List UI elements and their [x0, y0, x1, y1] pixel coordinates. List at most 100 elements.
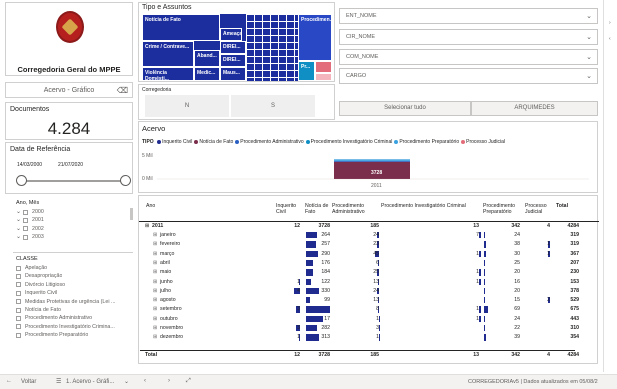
expand-plus-icon[interactable]: ⊞ [153, 278, 157, 286]
legend-item[interactable]: Procedimento Preparatório [392, 139, 459, 145]
checkbox[interactable] [16, 274, 21, 280]
expand-chevron-icon[interactable]: ⌄ [16, 225, 21, 233]
checkbox[interactable] [16, 265, 21, 271]
table-row[interactable]: ⊞ outubro 17 1 1 24 443 [140, 315, 579, 323]
date-slider-handle-start[interactable] [16, 175, 27, 186]
checkbox[interactable] [23, 226, 29, 232]
ano-mes-scrollbar[interactable] [130, 208, 133, 220]
col-header-pa[interactable]: Procedimento Administrativo [332, 203, 378, 215]
cir-nome-dropdown[interactable]: CIR_NOME ⌄ [339, 29, 598, 45]
checkbox[interactable] [16, 332, 21, 338]
checkbox[interactable] [16, 290, 21, 296]
com-nome-dropdown[interactable]: COM_NOME ⌄ [339, 49, 598, 65]
classe-item[interactable]: Notícia de Fato [16, 306, 115, 314]
ano-mes-item[interactable]: ⌄ 2003 [16, 233, 44, 241]
classe-item[interactable]: Divórcio Litigioso [16, 281, 115, 289]
table-row[interactable]: ⊞ junho 1 122 13 1 16 153 [140, 278, 579, 286]
treemap-tile[interactable]: DIREI... [220, 54, 246, 67]
expand-plus-icon[interactable]: ⊞ [153, 259, 157, 267]
checkbox[interactable] [16, 324, 21, 330]
expand-plus-icon[interactable]: ⊞ [153, 240, 157, 248]
table-row[interactable]: ⊞ maio 184 25 1 20 230 [140, 268, 579, 276]
treemap-tile-pink[interactable] [315, 73, 332, 81]
checkbox[interactable] [16, 307, 21, 313]
classe-item[interactable]: Desapropriação [16, 272, 115, 280]
date-start-input[interactable]: 14/03/2000 [17, 162, 42, 168]
expand-plus-icon[interactable]: ⊞ [153, 324, 157, 332]
table-row[interactable]: ⊞ novembro 3 282 3 22 310 [140, 324, 579, 332]
expand-plus-icon[interactable]: ⊞ [153, 333, 157, 341]
expand-plus-icon[interactable]: ⊞ [153, 315, 157, 323]
chevron-down-icon[interactable]: ⌄ [124, 378, 129, 385]
table-row[interactable]: ⊞ setembro 3 8 1 69 675 [140, 305, 579, 313]
expand-chevron-icon[interactable]: ⌄ [16, 208, 21, 216]
col-header-nf[interactable]: Notícia de Fato [305, 203, 329, 215]
prev-page-icon[interactable]: ‹ [144, 378, 146, 384]
treemap-tile[interactable]: Aband... [194, 50, 220, 67]
table-row[interactable]: ⊞ abril 176 6 25 207 [140, 259, 579, 267]
treemap-tile[interactable]: Medic... [194, 67, 220, 81]
expand-plus-icon[interactable]: ⊞ [153, 250, 157, 258]
classe-item[interactable]: Procedimento Preparatório [16, 331, 115, 339]
checkbox[interactable] [23, 218, 29, 224]
ent-nome-dropdown[interactable]: ENT_NOME ⌄ [339, 8, 598, 24]
acervo-bar-segment[interactable] [334, 159, 410, 161]
date-end-input[interactable]: 21/07/2020 [58, 162, 83, 168]
checkbox[interactable] [16, 299, 21, 305]
expand-chevron-icon[interactable]: ⌄ [16, 233, 21, 241]
expand-icon[interactable]: ⤢ [186, 378, 191, 385]
treemap-tile[interactable]: DIREI... [220, 41, 246, 54]
corregedoria-option-n[interactable]: N [145, 95, 229, 117]
classe-item[interactable]: Procedimento Investigatório Crimina... [16, 323, 115, 331]
table-row-total[interactable]: Total 12 3728 185 13 342 4 4284 [140, 350, 579, 358]
treemap-tile[interactable]: Violência Domésti... [142, 67, 194, 81]
expand-plus-icon[interactable]: ⊞ [153, 287, 157, 295]
checkbox[interactable] [23, 234, 29, 240]
col-header-ano[interactable]: Ano [146, 203, 155, 209]
table-row[interactable]: ⊞ fevereiro 257 23 38 1 319 [140, 240, 579, 248]
col-header-total[interactable]: Total [556, 203, 568, 209]
checkbox[interactable] [16, 282, 21, 288]
acervo-bar-segment[interactable] [334, 160, 410, 162]
classe-item[interactable]: Inquerito Civil [16, 289, 115, 297]
checkbox[interactable] [16, 316, 21, 322]
date-slider-handle-end[interactable] [120, 175, 131, 186]
cargo-dropdown[interactable]: CARGO ⌄ [339, 68, 598, 84]
classe-item[interactable]: Medidas Protetivas de urgência (Lei ... [16, 298, 115, 306]
table-row[interactable]: ⊞ janeiro 264 24 7 24 319 [140, 231, 579, 239]
col-header-pp[interactable]: Procedimento Preparatório [483, 203, 519, 215]
treemap-tile-red[interactable] [315, 61, 332, 73]
col-header-ic[interactable]: Inquerito Civil [276, 203, 298, 215]
view-toggle[interactable]: Acervo - Gráfico ⌫ [5, 82, 133, 98]
arquimedes-button[interactable]: ARQUIMEDES [471, 101, 598, 116]
checkbox[interactable] [23, 209, 29, 215]
expand-plus-icon[interactable]: ⊞ [153, 305, 157, 313]
table-row[interactable]: ⊞ março 290 45 1 30 1 367 [140, 250, 579, 258]
treemap-tile[interactable]: Ameaça [220, 28, 242, 41]
treemap-tile[interactable]: Notícia de Fato [142, 14, 220, 41]
treemap-tile[interactable]: Pr... [298, 61, 315, 81]
table-row[interactable]: ⊞ agosto 99 13 15 2 529 [140, 296, 579, 304]
classe-item[interactable]: Procedimento Administrativo [16, 314, 115, 322]
legend-item[interactable]: Inquerito Civil [155, 139, 192, 145]
page-selector[interactable]: 1. Acervo - Gráfi... [66, 379, 114, 385]
treemap-tile[interactable]: Crime / Contrave... [142, 41, 194, 67]
legend-item[interactable]: Notícia de Fato [192, 139, 233, 145]
ano-mes-item[interactable]: ⌄ 2001 [16, 216, 44, 224]
pages-icon[interactable]: ☰ [56, 378, 61, 385]
table-row[interactable]: ⊞ julho 4 330 24 20 378 [140, 287, 579, 295]
ano-mes-item[interactable]: ⌄ 2000 [16, 208, 44, 216]
select-all-button[interactable]: Selecionar tudo [339, 101, 471, 116]
treemap-tile[interactable]: Procedimen... [298, 14, 332, 61]
corregedoria-option-s[interactable]: S [231, 95, 315, 117]
table-row-year[interactable]: ⊞ 2011 12 3728 185 13 342 4 4284 [140, 222, 579, 230]
legend-item[interactable]: Processo Judicial [459, 139, 505, 145]
next-page-icon[interactable]: › [168, 378, 170, 384]
legend-item[interactable]: Procedimento Investigatório Criminal [304, 139, 392, 145]
col-header-pic[interactable]: Procedimento Investigatório Criminal [381, 203, 466, 209]
eraser-icon[interactable]: ⌫ [117, 86, 128, 95]
table-row[interactable]: ⊞ dezembro 1 313 1 39 354 [140, 333, 579, 341]
treemap-tile[interactable]: Maus... [220, 67, 246, 81]
expand-plus-icon[interactable]: ⊞ [145, 222, 149, 230]
legend-item[interactable]: Procedimento Administrativo [233, 139, 304, 145]
